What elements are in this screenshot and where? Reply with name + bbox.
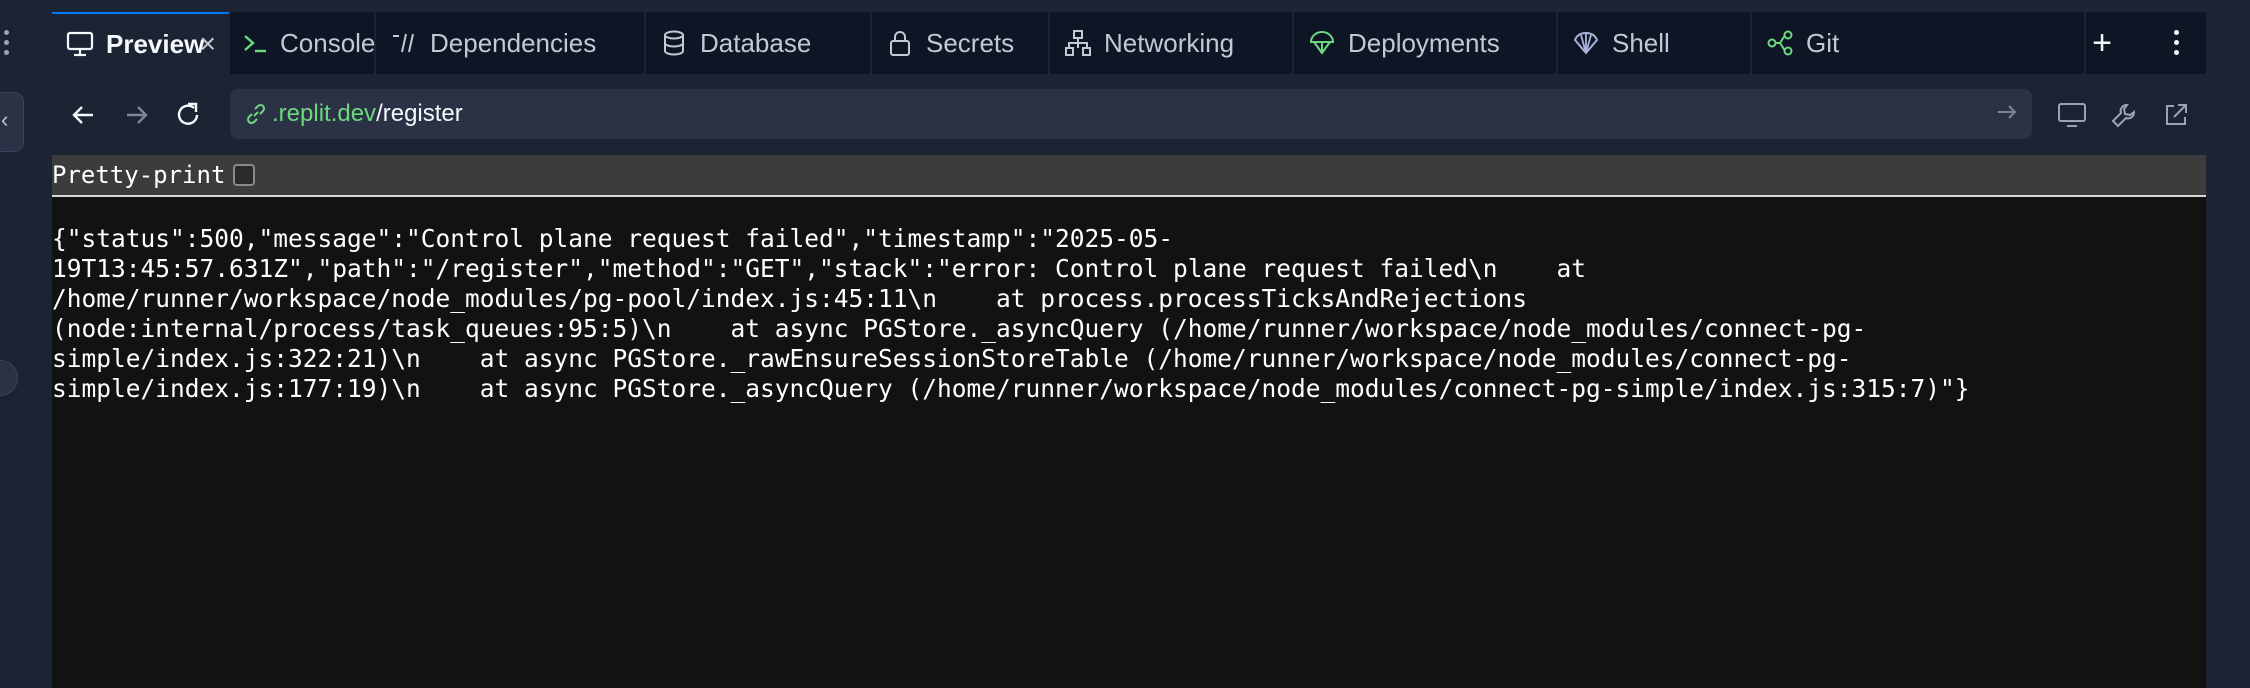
devtools-button[interactable] xyxy=(2104,95,2144,135)
tab-database[interactable]: Database xyxy=(646,12,872,74)
device-preview-button[interactable] xyxy=(2052,95,2092,135)
tab-label: Dependencies xyxy=(430,27,597,58)
response-line: simple/index.js:322:21)\n at async PGSto… xyxy=(52,344,1852,373)
add-tab-button[interactable]: + xyxy=(2072,12,2132,74)
tab-label: Shell xyxy=(1612,27,1670,58)
tab-label: Preview xyxy=(106,28,205,59)
response-line: (node:internal/process/task_queues:95:5)… xyxy=(52,314,1867,343)
tab-networking[interactable]: Networking xyxy=(1050,12,1294,74)
rail-circle-button[interactable] xyxy=(0,360,18,396)
tab-git[interactable]: Git xyxy=(1752,12,2086,74)
workspace-pane: Preview × Console Dependencies Database xyxy=(52,12,2206,688)
tab-label: Deployments xyxy=(1348,27,1500,58)
link-icon xyxy=(244,102,268,126)
go-arrow-icon[interactable] xyxy=(1994,99,2020,130)
pretty-print-bar: Pretty-print xyxy=(52,155,2206,197)
rail-menu-icon[interactable] xyxy=(2,30,12,58)
network-icon xyxy=(1062,27,1094,59)
monitor-icon xyxy=(64,28,96,60)
lock-icon xyxy=(884,27,916,59)
response-line: 19T13:45:57.631Z","path":"/register","me… xyxy=(52,254,1587,283)
tab-deployments[interactable]: Deployments xyxy=(1294,12,1558,74)
terminal-prompt-icon xyxy=(242,27,270,59)
reload-button[interactable] xyxy=(168,95,208,135)
dependencies-icon xyxy=(388,27,420,59)
tab-label: Database xyxy=(700,27,812,58)
more-options-icon[interactable] xyxy=(2172,30,2182,56)
url-path: /register xyxy=(376,100,463,127)
database-icon xyxy=(658,27,690,59)
response-line: /home/runner/workspace/node_modules/pg-p… xyxy=(52,284,1528,313)
url-host: .replit.dev xyxy=(272,100,377,127)
pretty-print-checkbox[interactable] xyxy=(233,164,256,186)
deployments-icon xyxy=(1306,27,1338,59)
wrench-icon xyxy=(2111,104,2135,128)
close-icon[interactable]: × xyxy=(200,28,216,60)
tab-bar: Preview × Console Dependencies Database xyxy=(52,12,2206,75)
tab-secrets[interactable]: Secrets xyxy=(872,12,1050,74)
external-link-icon xyxy=(2166,104,2187,125)
preview-content: Pretty-print {"status":500,"message":"Co… xyxy=(52,155,2206,688)
response-line: simple/index.js:177:19)\n at async PGSto… xyxy=(52,374,1970,403)
tab-label: Console xyxy=(280,27,376,58)
browser-toolbar: .replit.dev/register xyxy=(52,75,2206,155)
url-bar[interactable]: .replit.dev/register xyxy=(230,89,2032,139)
arrow-right-icon xyxy=(127,106,148,124)
tab-label: Secrets xyxy=(926,27,1015,58)
forward-button[interactable] xyxy=(116,95,156,135)
collapse-sidebar-button[interactable] xyxy=(0,92,24,152)
response-line: {"status":500,"message":"Control plane r… xyxy=(52,224,1174,253)
tab-shell[interactable]: Shell xyxy=(1558,12,1752,74)
tab-dependencies[interactable]: Dependencies xyxy=(376,12,646,74)
open-new-tab-button[interactable] xyxy=(2156,95,2196,135)
tab-console[interactable]: Console xyxy=(230,12,376,74)
left-rail xyxy=(0,0,52,688)
pretty-print-label: Pretty-print xyxy=(52,161,226,189)
tab-label: Networking xyxy=(1104,27,1235,58)
monitor-icon xyxy=(2058,103,2086,127)
git-icon xyxy=(1764,27,1796,59)
arrow-left-icon xyxy=(72,106,93,124)
tab-preview[interactable]: Preview × xyxy=(52,12,230,74)
back-button[interactable] xyxy=(64,95,104,135)
reload-icon xyxy=(177,102,199,125)
tab-label: Git xyxy=(1806,27,1840,58)
shell-icon xyxy=(1570,27,1602,59)
